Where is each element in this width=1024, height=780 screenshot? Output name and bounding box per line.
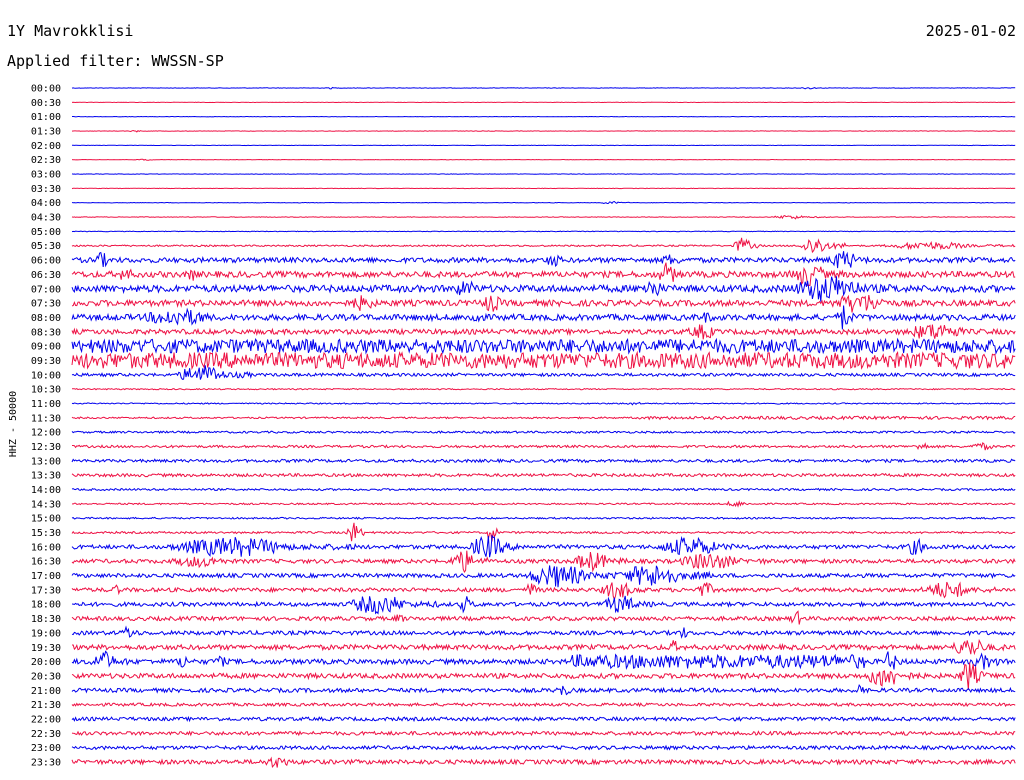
row-time-label: 07:30 — [31, 299, 61, 310]
trace-row-2300 — [71, 744, 1016, 751]
trace-row-2130 — [71, 701, 1016, 708]
row-time-label: 14:00 — [31, 485, 61, 496]
row-time-label: 10:00 — [31, 370, 61, 381]
row-time-label: 16:30 — [31, 557, 61, 568]
helicorder-chart: 1Y Mavrokklisi 2025-01-02 Applied filter… — [7, 22, 1016, 769]
row-time-label: 11:00 — [31, 399, 61, 410]
trace-row-1030 — [71, 387, 1016, 391]
trace-row-1130 — [71, 415, 1016, 421]
trace-row-0000 — [71, 86, 1016, 90]
trace-row-0930 — [71, 350, 1016, 371]
row-time-label: 16:00 — [31, 542, 61, 553]
row-time-label: 08:00 — [31, 313, 61, 324]
trace-row-1600 — [71, 534, 1016, 558]
trace-row-1800 — [71, 595, 1016, 615]
trace-row-1230 — [72, 442, 1016, 451]
trace-row-0530 — [71, 237, 1016, 254]
row-time-label: 02:00 — [31, 141, 61, 152]
date-label: 2025-01-02 — [926, 22, 1016, 40]
trace-row-0400 — [71, 200, 1016, 205]
row-time-label: 09:30 — [31, 356, 61, 367]
trace-row-1530 — [71, 522, 1016, 542]
row-time-label: 04:00 — [31, 198, 61, 209]
row-time-label: 21:00 — [31, 686, 61, 697]
trace-row-2200 — [71, 715, 1016, 723]
trace-row-0630 — [71, 262, 1016, 287]
trace-row-1700 — [71, 565, 1016, 588]
trace-row-2330 — [71, 756, 1016, 769]
row-time-label: 06:00 — [31, 256, 61, 267]
trace-row-0600 — [71, 251, 1016, 269]
trace-row-1500 — [71, 516, 1016, 520]
row-time-label: 23:30 — [31, 757, 61, 768]
trace-row-1400 — [71, 487, 1016, 492]
row-time-label: 00:00 — [31, 84, 61, 95]
row-time-label: 17:00 — [31, 571, 61, 582]
trace-row-0830 — [71, 324, 1016, 340]
row-time-label: 10:30 — [31, 385, 61, 396]
row-time-label: 17:30 — [31, 585, 61, 596]
row-time-label: 22:00 — [31, 714, 61, 725]
time-tick-labels: 00:00 00:30 01:00 01:30 02:00 02:30 03:00 03:30… — [31, 84, 61, 769]
row-time-label: 06:30 — [31, 270, 61, 281]
trace-row-0230 — [71, 158, 1016, 161]
row-time-label: 15:00 — [31, 514, 61, 525]
row-time-label: 05:00 — [31, 227, 61, 238]
trace-row-0430 — [71, 215, 1016, 220]
trace-row-1900 — [71, 625, 1016, 639]
y-axis-label: HHZ - 50000 — [8, 391, 19, 457]
row-time-label: 18:00 — [31, 600, 61, 611]
trace-row-0130 — [71, 129, 1016, 133]
row-time-label: 20:30 — [31, 671, 61, 682]
row-time-label: 19:30 — [31, 643, 61, 654]
trace-row-1100 — [71, 401, 1016, 406]
trace-row-2030 — [71, 662, 1016, 690]
trace-row-2100 — [71, 683, 1016, 696]
trace-row-0500 — [71, 230, 1016, 233]
row-time-label: 23:00 — [31, 743, 61, 754]
row-time-label: 12:00 — [31, 428, 61, 439]
filter-label: Applied filter: WWSSN-SP — [7, 52, 224, 70]
station-title: 1Y Mavrokklisi — [7, 22, 133, 40]
trace-row-2000 — [71, 650, 1016, 670]
row-time-label: 13:00 — [31, 456, 61, 467]
trace-row-1300 — [71, 458, 1016, 464]
trace-row-0730 — [71, 294, 1016, 313]
trace-row-1730 — [71, 581, 1016, 602]
row-time-label: 21:30 — [31, 700, 61, 711]
trace-row-0800 — [71, 305, 1016, 330]
row-time-label: 03:00 — [31, 170, 61, 181]
row-time-label: 11:30 — [31, 413, 61, 424]
row-time-label: 03:30 — [31, 184, 61, 195]
row-time-label: 13:30 — [31, 471, 61, 482]
row-time-label: 22:30 — [31, 729, 61, 740]
row-time-label: 08:30 — [31, 327, 61, 338]
trace-row-2230 — [71, 730, 1016, 737]
row-time-label: 01:30 — [31, 127, 61, 138]
trace-row-1000 — [71, 365, 1016, 380]
row-time-label: 00:30 — [31, 98, 61, 109]
trace-row-1330 — [71, 472, 1016, 478]
row-time-label: 09:00 — [31, 342, 61, 353]
row-time-label: 07:00 — [31, 284, 61, 295]
trace-row-1430 — [71, 499, 1016, 508]
trace-row-1830 — [71, 610, 1016, 625]
seismic-traces — [71, 86, 1016, 769]
row-time-label: 20:00 — [31, 657, 61, 668]
row-time-label: 12:30 — [31, 442, 61, 453]
row-time-label: 02:30 — [31, 155, 61, 166]
trace-row-0700 — [71, 276, 1016, 302]
row-time-label: 14:30 — [31, 499, 61, 510]
row-time-label: 15:30 — [31, 528, 61, 539]
row-time-label: 04:30 — [31, 213, 61, 224]
trace-row-1930 — [72, 638, 1016, 656]
row-time-label: 01:00 — [31, 112, 61, 123]
row-time-label: 19:00 — [31, 628, 61, 639]
trace-row-0900 — [71, 337, 1016, 355]
trace-row-1200 — [71, 430, 1016, 434]
row-time-label: 18:30 — [31, 614, 61, 625]
row-time-label: 05:30 — [31, 241, 61, 252]
